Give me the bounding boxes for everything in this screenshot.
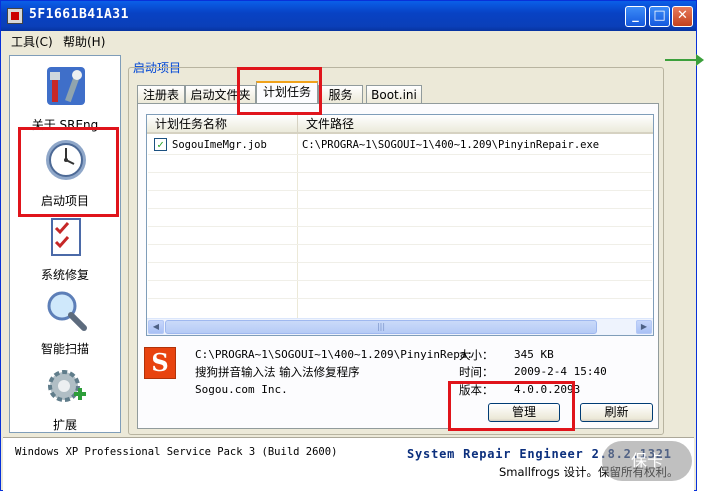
tools-icon [47, 67, 85, 105]
highlight-manage-button [448, 381, 575, 431]
main-window: 5F1661B41A31 _ □ ✕ 工具(C) 帮助(H) 关于 SREng [0, 0, 697, 491]
row-gridline [148, 172, 652, 173]
minimize-button[interactable]: _ [625, 6, 646, 27]
highlight-startup-item [18, 127, 119, 217]
row-gridline [148, 262, 652, 263]
menu-bar: 工具(C) 帮助(H) [1, 31, 696, 51]
detail-description: 搜狗拼音输入法 输入法修复程序 [195, 365, 360, 379]
detail-size-label: 大小： [459, 348, 494, 362]
highlight-scheduled-tab [237, 67, 322, 115]
green-arrow-icon [696, 54, 704, 66]
tab-services[interactable]: 服务 [318, 85, 363, 103]
sidebar-item-label: 扩展 [52, 418, 77, 432]
detail-size-value: 345 KB [514, 348, 554, 361]
task-path: C:\PROGRA~1\SOGOUI~1\400~1.209\PinyinRep… [302, 139, 600, 151]
column-header-path[interactable]: 文件路径 [297, 115, 653, 134]
scroll-left-icon[interactable]: ◀ [148, 320, 164, 334]
horizontal-scrollbar[interactable]: ◀ ||| ▶ [147, 318, 653, 335]
task-checkbox[interactable]: ✓ [154, 138, 167, 151]
title-bar[interactable]: 5F1661B41A31 _ □ ✕ [1, 1, 696, 31]
detail-path: C:\PROGRA~1\SOGOUI~1\400~1.209\PinyinRep… [195, 348, 474, 361]
magnifier-icon [47, 291, 87, 331]
column-header-name[interactable]: 计划任务名称 [147, 115, 297, 134]
checklist-icon [51, 218, 81, 256]
table-row[interactable]: ✓ SogouImeMgr.job C:\PROGRA~1\SOGOUI~1\4… [148, 136, 652, 154]
row-gridline [148, 154, 652, 155]
scroll-thumb[interactable]: ||| [165, 320, 597, 334]
menu-tools[interactable]: 工具(C) [11, 33, 53, 50]
detail-time-label: 时间： [459, 365, 494, 379]
menu-help[interactable]: 帮助(H) [63, 33, 105, 50]
task-list[interactable]: 计划任务名称 文件路径 ✓ SogouImeMgr.job C:\PROGRA~… [146, 114, 654, 336]
green-arrow-line [665, 59, 697, 61]
sidebar-item-about[interactable]: 关于 SREng [10, 60, 120, 132]
scroll-right-icon[interactable]: ▶ [636, 320, 652, 334]
sidebar-item-label: 智能扫描 [40, 342, 89, 356]
detail-company: Sogou.com Inc. [195, 383, 288, 396]
row-gridline [148, 244, 652, 245]
gear-plus-icon [48, 370, 86, 402]
tab-boot-ini[interactable]: Boot.ini [366, 85, 422, 103]
window-title: 5F1661B41A31 [29, 7, 129, 22]
close-button[interactable]: ✕ [672, 6, 693, 27]
sidebar-item-extend[interactable]: 扩展 [10, 364, 120, 432]
row-gridline [148, 208, 652, 209]
watermark: 保卡 [602, 441, 692, 481]
sidebar: 关于 SREng 启动项目 系统修复 智能扫描 扩展 [9, 55, 121, 433]
os-version-text: Windows XP Professional Service Pack 3 (… [15, 446, 338, 458]
sogou-app-icon: S [144, 347, 176, 379]
app-icon [7, 8, 23, 24]
sidebar-item-label: 系统修复 [40, 268, 89, 282]
detail-time-value: 2009-2-4 15:40 [514, 365, 607, 378]
row-gridline [148, 190, 652, 191]
maximize-button[interactable]: □ [649, 6, 670, 27]
refresh-button[interactable]: 刷新 [580, 403, 653, 422]
tab-registry[interactable]: 注册表 [137, 85, 185, 103]
row-gridline [148, 280, 652, 281]
sidebar-item-scan[interactable]: 智能扫描 [10, 288, 120, 358]
sidebar-item-repair[interactable]: 系统修复 [10, 214, 120, 284]
row-gridline [148, 226, 652, 227]
background-edge [697, 0, 707, 491]
status-bar: Windows XP Professional Service Pack 3 (… [3, 437, 694, 491]
row-gridline [148, 298, 652, 299]
task-name: SogouImeMgr.job [172, 139, 267, 151]
